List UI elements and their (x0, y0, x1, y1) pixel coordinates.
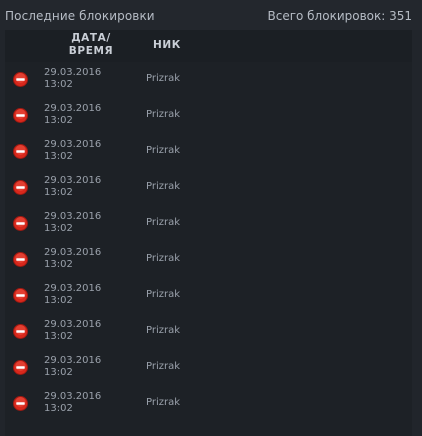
block-icon (13, 72, 28, 87)
table-row: 29.03.2016 13:02 Prizrak (5, 350, 412, 386)
table-row: 29.03.2016 13:02 Prizrak (5, 98, 412, 134)
block-icon (13, 108, 28, 123)
column-header-date-line1: ДАТА/ (71, 32, 111, 44)
recent-bans-panel: Последние блокировки Всего блокировок: 3… (0, 0, 422, 436)
ban-time: 13:02 (44, 151, 73, 162)
block-icon (13, 324, 28, 339)
ban-datetime: 29.03.2016 13:02 (44, 175, 101, 199)
ban-date: 29.03.2016 (44, 67, 102, 78)
table-row: 29.03.2016 13:02 Prizrak (5, 134, 412, 170)
ban-time: 13:02 (44, 115, 73, 126)
ban-nick: Prizrak (146, 253, 181, 264)
ban-date: 29.03.2016 (44, 355, 102, 366)
table-row: 29.03.2016 13:02 Prizrak (5, 386, 412, 422)
bans-table: ДАТА/ ВРЕМЯ НИК 29.03.2016 13:02 Prizrak 29… (5, 30, 412, 436)
table-row: 29.03.2016 13:02 Prizrak (5, 206, 412, 242)
ban-time: 13:02 (44, 259, 73, 270)
ban-date: 29.03.2016 (44, 175, 102, 186)
ban-date: 29.03.2016 (44, 103, 102, 114)
block-icon (13, 360, 28, 375)
ban-datetime: 29.03.2016 13:02 (44, 283, 101, 307)
ban-datetime: 29.03.2016 13:02 (44, 355, 101, 379)
ban-date: 29.03.2016 (44, 283, 102, 294)
ban-datetime: 29.03.2016 13:02 (44, 211, 101, 235)
table-row: 29.03.2016 13:02 Prizrak (5, 314, 412, 350)
block-icon (13, 180, 28, 195)
ban-time: 13:02 (44, 295, 73, 306)
ban-datetime: 29.03.2016 13:02 (44, 319, 101, 343)
table-header: ДАТА/ ВРЕМЯ НИК (5, 30, 412, 62)
ban-time: 13:02 (44, 187, 73, 198)
ban-time: 13:02 (44, 331, 73, 342)
table-row: 29.03.2016 13:02 Prizrak (5, 62, 412, 98)
ban-nick: Prizrak (146, 145, 181, 156)
ban-datetime: 29.03.2016 13:02 (44, 103, 101, 127)
ban-date: 29.03.2016 (44, 211, 102, 222)
table-row: 29.03.2016 13:02 Prizrak (5, 242, 412, 278)
ban-nick: Prizrak (146, 361, 181, 372)
ban-date: 29.03.2016 (44, 391, 102, 402)
ban-time: 13:02 (44, 223, 73, 234)
ban-nick: Prizrak (146, 325, 181, 336)
table-body: 29.03.2016 13:02 Prizrak 29.03.2016 13:02 Pri… (5, 62, 412, 422)
ban-nick: Prizrak (146, 73, 181, 84)
block-icon (13, 216, 28, 231)
ban-date: 29.03.2016 (44, 247, 102, 258)
column-header-date: ДАТА/ ВРЕМЯ (65, 32, 117, 58)
ban-time: 13:02 (44, 367, 73, 378)
ban-nick: Prizrak (146, 181, 181, 192)
ban-nick: Prizrak (146, 289, 181, 300)
panel-title: Последние блокировки (5, 9, 155, 23)
ban-date: 29.03.2016 (44, 319, 102, 330)
column-header-date-line2: ВРЕМЯ (68, 45, 114, 57)
table-row: 29.03.2016 13:02 Prizrak (5, 278, 412, 314)
table-row: 29.03.2016 13:02 Prizrak (5, 170, 412, 206)
ban-datetime: 29.03.2016 13:02 (44, 67, 101, 91)
ban-time: 13:02 (44, 403, 73, 414)
ban-datetime: 29.03.2016 13:02 (44, 247, 101, 271)
total-bans-count: Всего блокировок: 351 (267, 9, 412, 23)
ban-nick: Prizrak (146, 397, 181, 408)
block-icon (13, 288, 28, 303)
column-header-nick: НИК (153, 39, 181, 51)
ban-time: 13:02 (44, 79, 73, 90)
ban-datetime: 29.03.2016 13:02 (44, 391, 101, 415)
block-icon (13, 252, 28, 267)
ban-datetime: 29.03.2016 13:02 (44, 139, 101, 163)
block-icon (13, 396, 28, 411)
ban-nick: Prizrak (146, 109, 181, 120)
block-icon (13, 144, 28, 159)
ban-date: 29.03.2016 (44, 139, 102, 150)
ban-nick: Prizrak (146, 217, 181, 228)
panel-header: Последние блокировки Всего блокировок: 3… (0, 0, 422, 30)
